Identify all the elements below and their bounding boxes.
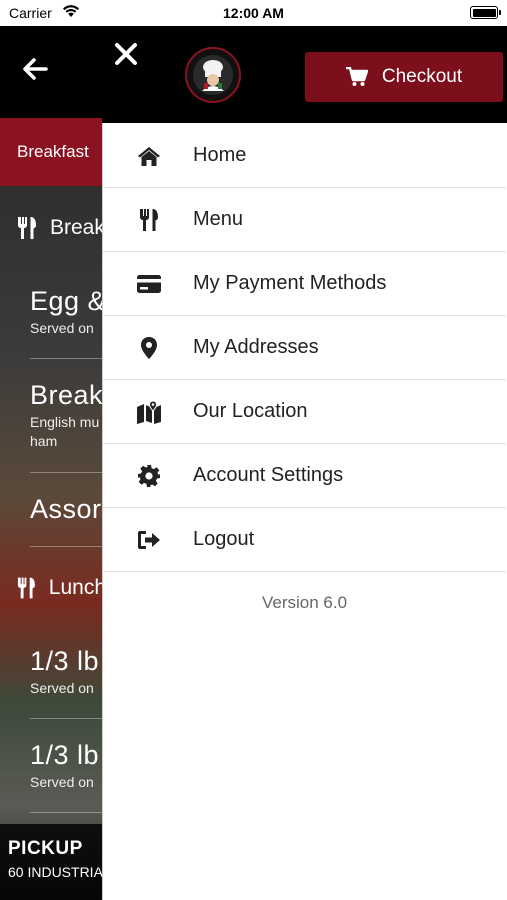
credit-card-icon	[103, 274, 193, 294]
shopping-cart-icon	[345, 67, 368, 86]
back-arrow-icon[interactable]	[20, 54, 50, 84]
home-icon	[103, 145, 193, 167]
status-time: 12:00 AM	[223, 5, 284, 21]
item-subtitle: Served on	[30, 774, 94, 790]
tab-breakfast[interactable]: Breakfast	[0, 118, 102, 186]
section-header: Break	[16, 216, 102, 240]
drawer-item-label: My Payment Methods	[193, 272, 387, 294]
item-title: 1/3 lb	[30, 740, 100, 770]
drawer-item-our-location[interactable]: Our Location	[103, 380, 506, 444]
item-subtitle-2: ham	[30, 433, 58, 449]
drawer-item-label: My Addresses	[193, 336, 319, 358]
utensils-icon	[17, 577, 35, 599]
pickup-footer[interactable]: PICKUP 60 INDUSTRIA	[0, 824, 102, 900]
drawer-item-addresses[interactable]: My Addresses	[103, 316, 506, 380]
drawer-item-label: Menu	[193, 208, 244, 230]
map-pin-icon	[103, 336, 193, 360]
battery-icon	[470, 6, 501, 19]
close-icon[interactable]	[112, 40, 140, 68]
status-bar: Carrier 12:00 AM	[0, 0, 507, 26]
list-item[interactable]: Break English mu ham	[30, 380, 102, 449]
gear-icon	[103, 464, 193, 488]
section-label: Lunch	[48, 576, 102, 599]
drawer-item-logout[interactable]: Logout	[103, 508, 506, 572]
section-header: Lunch	[16, 576, 102, 600]
checkout-button[interactable]: Checkout	[305, 52, 503, 102]
map-icon	[103, 399, 193, 424]
drawer-item-account-settings[interactable]: Account Settings	[103, 444, 506, 508]
item-subtitle: Served on	[30, 680, 94, 696]
divider	[30, 472, 102, 473]
item-subtitle: Served on	[30, 320, 94, 336]
drawer-item-label: Account Settings	[193, 464, 344, 486]
list-item[interactable]: 1/3 lb Served on	[30, 646, 102, 696]
drawer-item-menu[interactable]: Menu	[103, 188, 506, 252]
sign-out-icon	[103, 529, 193, 551]
drawer-item-home[interactable]: Home	[103, 124, 506, 188]
drawer-item-label: Logout	[193, 528, 255, 550]
item-title: 1/3 lb	[30, 646, 100, 676]
pickup-address: 60 INDUSTRIA	[8, 864, 102, 880]
divider	[30, 358, 102, 359]
item-subtitle: English mu	[30, 414, 100, 430]
divider	[30, 812, 102, 813]
drawer-item-label: Home	[193, 144, 247, 166]
item-title: Egg &	[30, 286, 102, 316]
background-menu-content: Breakfast Break Egg & Served on Break En…	[0, 118, 102, 900]
restaurant-logo	[185, 47, 241, 103]
app-version: Version 6.0	[261, 593, 348, 612]
item-title: Break	[30, 380, 102, 410]
item-title: Assor	[30, 494, 102, 524]
list-item[interactable]: Assor	[30, 494, 102, 525]
list-item[interactable]: Egg & Served on	[30, 286, 102, 336]
list-item[interactable]: 1/3 lb Served on	[30, 740, 102, 790]
utensils-icon	[18, 217, 36, 239]
section-label: Break	[50, 216, 102, 239]
side-drawer: Home Menu My Payment Methods My Addresse…	[102, 123, 507, 900]
divider	[30, 546, 102, 547]
divider	[30, 718, 102, 719]
chef-logo-icon	[193, 55, 233, 95]
utensils-icon	[103, 208, 193, 232]
drawer-item-label: Our Location	[193, 400, 308, 422]
pickup-label: PICKUP	[8, 838, 83, 859]
checkout-label: Checkout	[381, 66, 463, 87]
drawer-item-payment-methods[interactable]: My Payment Methods	[103, 252, 506, 316]
